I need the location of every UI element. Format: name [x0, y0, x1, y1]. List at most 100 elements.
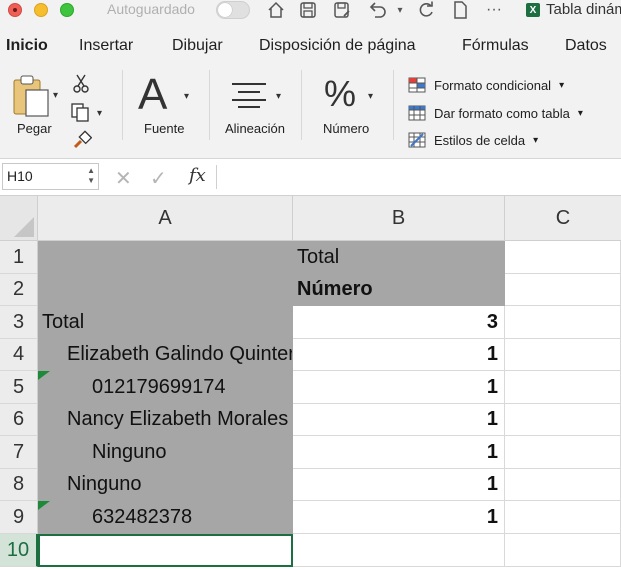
autosave-toggle[interactable]: [216, 1, 250, 19]
row-header-4[interactable]: 4: [0, 339, 38, 371]
paste-dropdown-chevron-icon[interactable]: ▾: [53, 90, 58, 101]
select-all-corner[interactable]: [0, 196, 38, 241]
cell-b6[interactable]: 1: [293, 404, 505, 436]
formula-bar: H10 ▲ ▼ ✕ ✓ fx: [0, 159, 621, 196]
cell-a3[interactable]: Total: [38, 306, 293, 339]
toggle-knob: [218, 3, 232, 17]
home-icon[interactable]: [265, 0, 287, 20]
cell-b2[interactable]: Número: [293, 274, 505, 306]
ribbon-separator: [301, 70, 302, 140]
cell-a7[interactable]: Ninguno: [38, 436, 293, 469]
title-bar: Autoguardado ▾ ··· X Tabla dinámica: [0, 0, 621, 22]
cell-c5[interactable]: [505, 371, 621, 404]
cell-b4[interactable]: 1: [293, 339, 505, 371]
font-group-button[interactable]: A: [138, 72, 184, 118]
cut-scissors-icon[interactable]: [72, 74, 90, 94]
name-box-stepper-icon[interactable]: ▲ ▼: [87, 166, 95, 186]
redo-icon[interactable]: [415, 0, 437, 20]
row-header-10[interactable]: 10: [0, 534, 38, 567]
document-title: Tabla dinámica: [546, 1, 621, 18]
number-dropdown-chevron-icon[interactable]: ▾: [368, 91, 373, 102]
row-header-9[interactable]: 9: [0, 501, 38, 534]
column-header-c[interactable]: C: [505, 196, 621, 241]
format-as-table-button[interactable]: Dar formato como tabla ▾: [408, 103, 583, 123]
active-cell-cursor: [38, 534, 293, 567]
cell-c2[interactable]: [505, 274, 621, 306]
row-header-5[interactable]: 5: [0, 371, 38, 404]
cell-styles-icon: [408, 132, 426, 148]
font-dropdown-chevron-icon[interactable]: ▾: [184, 91, 189, 102]
cell-c10[interactable]: [505, 534, 621, 567]
tab-formulas[interactable]: Fórmulas: [462, 37, 529, 55]
new-document-icon[interactable]: [449, 0, 471, 20]
number-percent-icon[interactable]: %: [324, 74, 364, 114]
row-header-3[interactable]: 3: [0, 306, 38, 339]
ribbon-separator: [122, 70, 123, 140]
copy-dropdown-chevron-icon[interactable]: ▾: [97, 108, 102, 119]
conditional-format-button[interactable]: Formato condicional ▾: [408, 75, 564, 95]
cell-b10[interactable]: [293, 534, 505, 567]
error-indicator-icon[interactable]: [38, 501, 50, 510]
cancel-formula-icon[interactable]: ✕: [115, 166, 132, 191]
tab-datos[interactable]: Datos: [565, 37, 607, 55]
cell-c4[interactable]: [505, 339, 621, 371]
cell-c1[interactable]: [505, 241, 621, 274]
number-label: Número: [323, 121, 370, 136]
cell-c7[interactable]: [505, 436, 621, 469]
close-window-button[interactable]: [8, 3, 22, 17]
error-indicator-icon[interactable]: [38, 371, 50, 380]
alignment-dropdown-chevron-icon[interactable]: ▾: [276, 91, 281, 102]
ribbon-home: ▾ Pegar ▾ A ▾ Fuente ▾ Alineación % ▾ Nú…: [0, 62, 621, 159]
format-painter-brush-icon[interactable]: [72, 130, 93, 150]
tab-insertar[interactable]: Insertar: [79, 37, 133, 55]
cell-a4[interactable]: Elizabeth Galindo Quintero: [38, 339, 293, 371]
zoom-window-button[interactable]: [60, 3, 74, 17]
cell-a1[interactable]: [38, 241, 293, 274]
cell-a5[interactable]: 012179699174: [38, 371, 293, 404]
more-options-icon[interactable]: ···: [483, 0, 505, 20]
confirm-formula-icon[interactable]: ✓: [150, 166, 167, 191]
column-header-b[interactable]: B: [293, 196, 505, 241]
row-header-1[interactable]: 1: [0, 241, 38, 274]
cell-c6[interactable]: [505, 404, 621, 436]
cell-b5[interactable]: 1: [293, 371, 505, 404]
cell-a6[interactable]: Nancy Elizabeth Morales: [38, 404, 293, 436]
paste-label: Pegar: [17, 121, 52, 136]
cell-b9[interactable]: 1: [293, 501, 505, 534]
tab-dibujar[interactable]: Dibujar: [172, 37, 223, 55]
conditional-format-chevron-icon: ▾: [559, 79, 565, 91]
row-header-7[interactable]: 7: [0, 436, 38, 469]
alignment-label: Alineación: [225, 121, 285, 136]
tab-disposicion-pagina[interactable]: Disposición de página: [259, 37, 416, 55]
formula-input[interactable]: [222, 163, 618, 190]
tab-inicio[interactable]: Inicio: [6, 37, 48, 55]
save-icon[interactable]: [297, 0, 319, 20]
minimize-window-button[interactable]: [34, 3, 48, 17]
name-box[interactable]: H10 ▲ ▼: [2, 163, 99, 190]
cell-c8[interactable]: [505, 469, 621, 501]
undo-icon[interactable]: [365, 0, 391, 20]
save-as-icon[interactable]: [331, 0, 353, 20]
cell-a2[interactable]: [38, 274, 293, 306]
cell-b1[interactable]: Total: [293, 241, 505, 274]
ribbon-tabs: Inicio Insertar Dibujar Disposición de p…: [0, 22, 621, 65]
cell-b7[interactable]: 1: [293, 436, 505, 469]
cell-b8[interactable]: 1: [293, 469, 505, 501]
cell-styles-button[interactable]: Estilos de celda ▾: [408, 130, 538, 150]
cell-a9[interactable]: 632482378: [38, 501, 293, 534]
ribbon-separator: [209, 70, 210, 140]
format-as-table-icon: [408, 105, 426, 121]
cell-c3[interactable]: [505, 306, 621, 339]
cell-c9[interactable]: [505, 501, 621, 534]
row-header-2[interactable]: 2: [0, 274, 38, 306]
row-header-8[interactable]: 8: [0, 469, 38, 501]
row-header-6[interactable]: 6: [0, 404, 38, 436]
paste-button[interactable]: [12, 74, 52, 118]
undo-dropdown-chevron-icon[interactable]: ▾: [393, 0, 407, 20]
cell-b3[interactable]: 3: [293, 306, 505, 339]
alignment-lines-icon[interactable]: [230, 82, 270, 108]
column-header-a[interactable]: A: [38, 196, 293, 241]
insert-function-fx-icon[interactable]: fx: [189, 165, 206, 186]
cell-a8[interactable]: Ninguno: [38, 469, 293, 501]
copy-icon[interactable]: [70, 102, 92, 122]
